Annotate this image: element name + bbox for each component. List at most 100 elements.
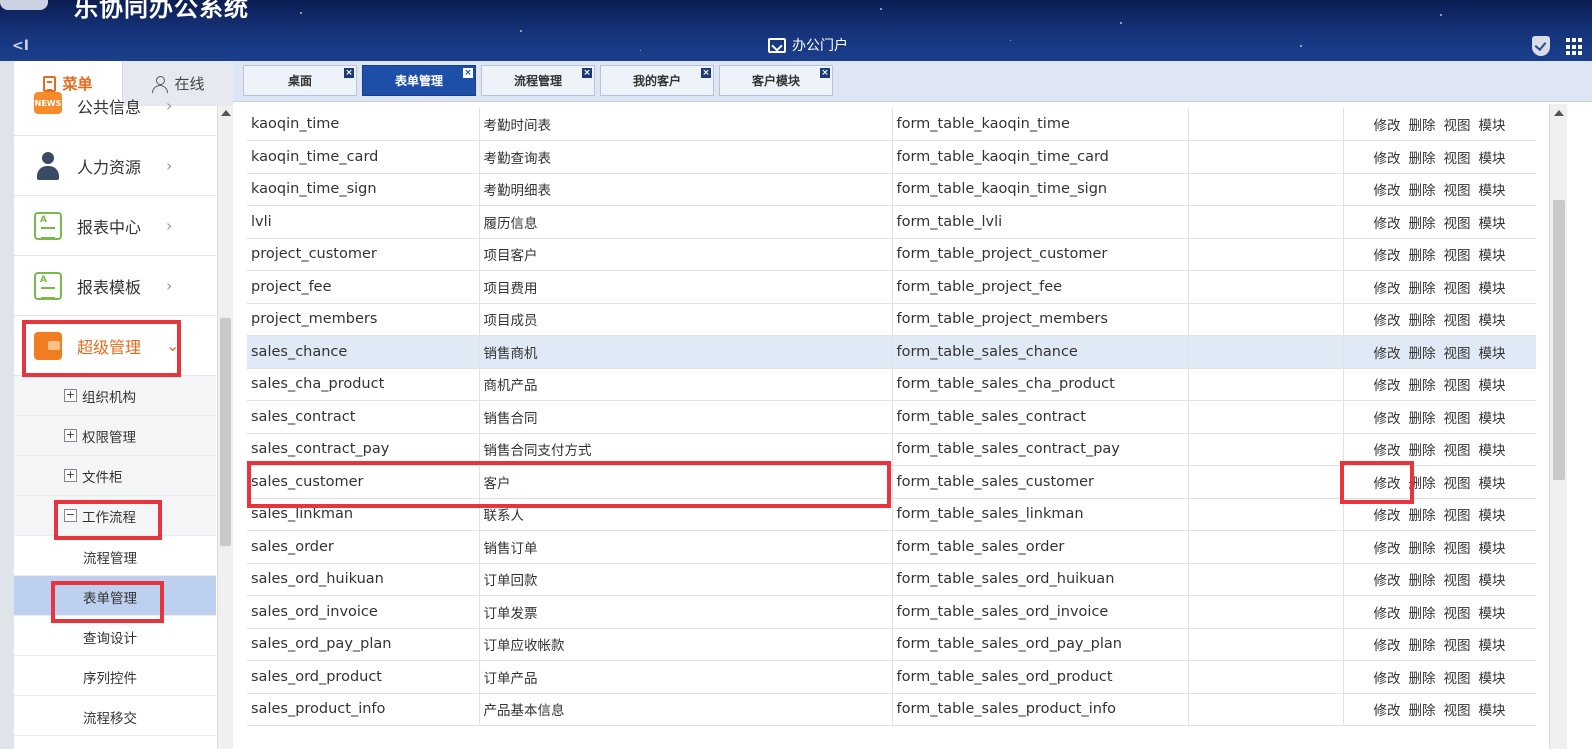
view-link[interactable]: 视图 bbox=[1444, 346, 1471, 362]
module-link[interactable]: 模块 bbox=[1479, 183, 1506, 199]
sidebar-item-report-template[interactable]: 报表模板 › bbox=[14, 256, 216, 316]
sidebar-leaf-form-management[interactable]: 表单管理 bbox=[14, 576, 216, 616]
sidebar-subitem-workflow[interactable]: − 工作流程 bbox=[14, 496, 216, 536]
table-row[interactable]: sales_contract 销售合同 form_table_sales_contr… bbox=[247, 400, 1536, 434]
sidebar-item-public-info[interactable]: NEWS 公共信息 › bbox=[14, 76, 216, 136]
table-row[interactable]: project_members 项目成员 form_table_project_me… bbox=[247, 303, 1536, 336]
main-scrollbar[interactable] bbox=[1549, 104, 1567, 749]
delete-link[interactable]: 删除 bbox=[1409, 703, 1436, 719]
table-row[interactable]: sales_ord_pay_plan 订单应收帐款 form_table_sales… bbox=[247, 628, 1536, 661]
edit-link[interactable]: 修改 bbox=[1374, 281, 1401, 297]
collapse-sidebar-button[interactable]: <I bbox=[12, 38, 29, 54]
delete-link[interactable]: 删除 bbox=[1409, 541, 1436, 557]
close-icon[interactable]: × bbox=[582, 68, 592, 78]
view-link[interactable]: 视图 bbox=[1444, 443, 1471, 459]
delete-link[interactable]: 删除 bbox=[1409, 313, 1436, 329]
view-link[interactable]: 视图 bbox=[1444, 118, 1471, 134]
tab-my-customers[interactable]: 我的客户 × bbox=[600, 65, 714, 96]
module-link[interactable]: 模块 bbox=[1479, 508, 1506, 524]
scrollbar-thumb[interactable] bbox=[1553, 200, 1565, 480]
view-link[interactable]: 视图 bbox=[1444, 248, 1471, 264]
table-row[interactable]: sales_cha_product 商机产品 form_table_sales_ch… bbox=[247, 368, 1536, 401]
view-link[interactable]: 视图 bbox=[1444, 671, 1471, 687]
delete-link[interactable]: 删除 bbox=[1409, 606, 1436, 622]
view-link[interactable]: 视图 bbox=[1444, 151, 1471, 167]
expand-icon[interactable]: + bbox=[64, 389, 77, 402]
scroll-up-icon[interactable] bbox=[221, 110, 231, 116]
sidebar-item-report-center[interactable]: 报表中心 › bbox=[14, 196, 216, 256]
edit-link[interactable]: 修改 bbox=[1374, 703, 1401, 719]
edit-link[interactable]: 修改 bbox=[1374, 378, 1401, 394]
sidebar-subitem-permissions[interactable]: + 权限管理 bbox=[14, 416, 216, 456]
module-link[interactable]: 模块 bbox=[1479, 476, 1506, 492]
sidebar-item-super-admin[interactable]: 超级管理 ⌄ bbox=[14, 316, 216, 376]
edit-link[interactable]: 修改 bbox=[1374, 476, 1401, 492]
module-link[interactable]: 模块 bbox=[1479, 151, 1506, 167]
edit-link[interactable]: 修改 bbox=[1374, 183, 1401, 199]
close-icon[interactable]: × bbox=[701, 68, 711, 78]
table-row[interactable]: project_fee 项目费用 form_table_project_fee 修改删… bbox=[247, 270, 1536, 304]
edit-link[interactable]: 修改 bbox=[1374, 346, 1401, 362]
close-icon[interactable]: × bbox=[820, 68, 830, 78]
delete-link[interactable]: 删除 bbox=[1409, 346, 1436, 362]
view-link[interactable]: 视图 bbox=[1444, 508, 1471, 524]
edit-link[interactable]: 修改 bbox=[1374, 573, 1401, 589]
module-link[interactable]: 模块 bbox=[1479, 573, 1506, 589]
expand-icon[interactable]: + bbox=[64, 429, 77, 442]
edit-link[interactable]: 修改 bbox=[1374, 118, 1401, 134]
table-row[interactable]: kaoqin_time 考勤时间表 form_table_kaoqin_time 修改… bbox=[247, 108, 1536, 141]
module-link[interactable]: 模块 bbox=[1479, 346, 1506, 362]
view-link[interactable]: 视图 bbox=[1444, 281, 1471, 297]
delete-link[interactable]: 删除 bbox=[1409, 638, 1436, 654]
sidebar-leaf-sequence-control[interactable]: 序列控件 bbox=[14, 656, 216, 696]
table-row[interactable]: sales_linkman 联系人 form_table_sales_linkman… bbox=[247, 498, 1536, 531]
edit-link[interactable]: 修改 bbox=[1374, 313, 1401, 329]
edit-link[interactable]: 修改 bbox=[1374, 443, 1401, 459]
view-link[interactable]: 视图 bbox=[1444, 703, 1471, 719]
view-link[interactable]: 视图 bbox=[1444, 541, 1471, 557]
edit-link[interactable]: 修改 bbox=[1374, 671, 1401, 687]
sidebar-leaf-flow-transfer[interactable]: 流程移交 bbox=[14, 696, 216, 736]
expand-icon[interactable]: + bbox=[64, 469, 77, 482]
view-link[interactable]: 视图 bbox=[1444, 378, 1471, 394]
table-row[interactable]: kaoqin_time_card 考勤查询表 form_table_kaoqin_t… bbox=[247, 140, 1536, 174]
delete-link[interactable]: 删除 bbox=[1409, 443, 1436, 459]
sidebar-leaf-flow-management[interactable]: 流程管理 bbox=[14, 536, 216, 576]
close-icon[interactable]: × bbox=[344, 68, 354, 78]
table-row[interactable]: sales_ord_invoice 订单发票 form_table_sales_or… bbox=[247, 595, 1536, 629]
close-icon[interactable]: × bbox=[463, 68, 473, 78]
tab-desktop[interactable]: 桌面 × bbox=[243, 65, 357, 96]
edit-link[interactable]: 修改 bbox=[1374, 541, 1401, 557]
delete-link[interactable]: 删除 bbox=[1409, 183, 1436, 199]
module-link[interactable]: 模块 bbox=[1479, 638, 1506, 654]
table-row[interactable]: sales_customer 客户 form_table_sales_custome… bbox=[247, 465, 1536, 499]
table-row[interactable]: project_customer 项目客户 form_table_project_c… bbox=[247, 238, 1536, 271]
collapse-icon[interactable]: − bbox=[64, 509, 77, 522]
view-link[interactable]: 视图 bbox=[1444, 476, 1471, 492]
view-link[interactable]: 视图 bbox=[1444, 411, 1471, 427]
module-link[interactable]: 模块 bbox=[1479, 378, 1506, 394]
table-row[interactable]: lvli 履历信息 form_table_lvli 修改 删除 视图 模块 bbox=[247, 205, 1536, 239]
module-link[interactable]: 模块 bbox=[1479, 248, 1506, 264]
module-link[interactable]: 模块 bbox=[1479, 703, 1506, 719]
delete-link[interactable]: 删除 bbox=[1409, 671, 1436, 687]
edit-link[interactable]: 修改 bbox=[1374, 606, 1401, 622]
delete-link[interactable]: 删除 bbox=[1409, 508, 1436, 524]
tab-form-management[interactable]: 表单管理 × bbox=[362, 65, 476, 96]
delete-link[interactable]: 删除 bbox=[1409, 216, 1436, 232]
edit-link[interactable]: 修改 bbox=[1374, 508, 1401, 524]
module-link[interactable]: 模块 bbox=[1479, 216, 1506, 232]
view-link[interactable]: 视图 bbox=[1444, 573, 1471, 589]
delete-link[interactable]: 删除 bbox=[1409, 476, 1436, 492]
module-link[interactable]: 模块 bbox=[1479, 281, 1506, 297]
module-link[interactable]: 模块 bbox=[1479, 411, 1506, 427]
shield-icon[interactable] bbox=[1532, 36, 1550, 56]
scrollbar-thumb[interactable] bbox=[220, 318, 231, 546]
tab-customer-module[interactable]: 客户模块 × bbox=[719, 65, 833, 96]
module-link[interactable]: 模块 bbox=[1479, 541, 1506, 557]
apps-grid-icon[interactable] bbox=[1566, 38, 1584, 56]
module-link[interactable]: 模块 bbox=[1479, 606, 1506, 622]
view-link[interactable]: 视图 bbox=[1444, 606, 1471, 622]
view-link[interactable]: 视图 bbox=[1444, 313, 1471, 329]
delete-link[interactable]: 删除 bbox=[1409, 281, 1436, 297]
